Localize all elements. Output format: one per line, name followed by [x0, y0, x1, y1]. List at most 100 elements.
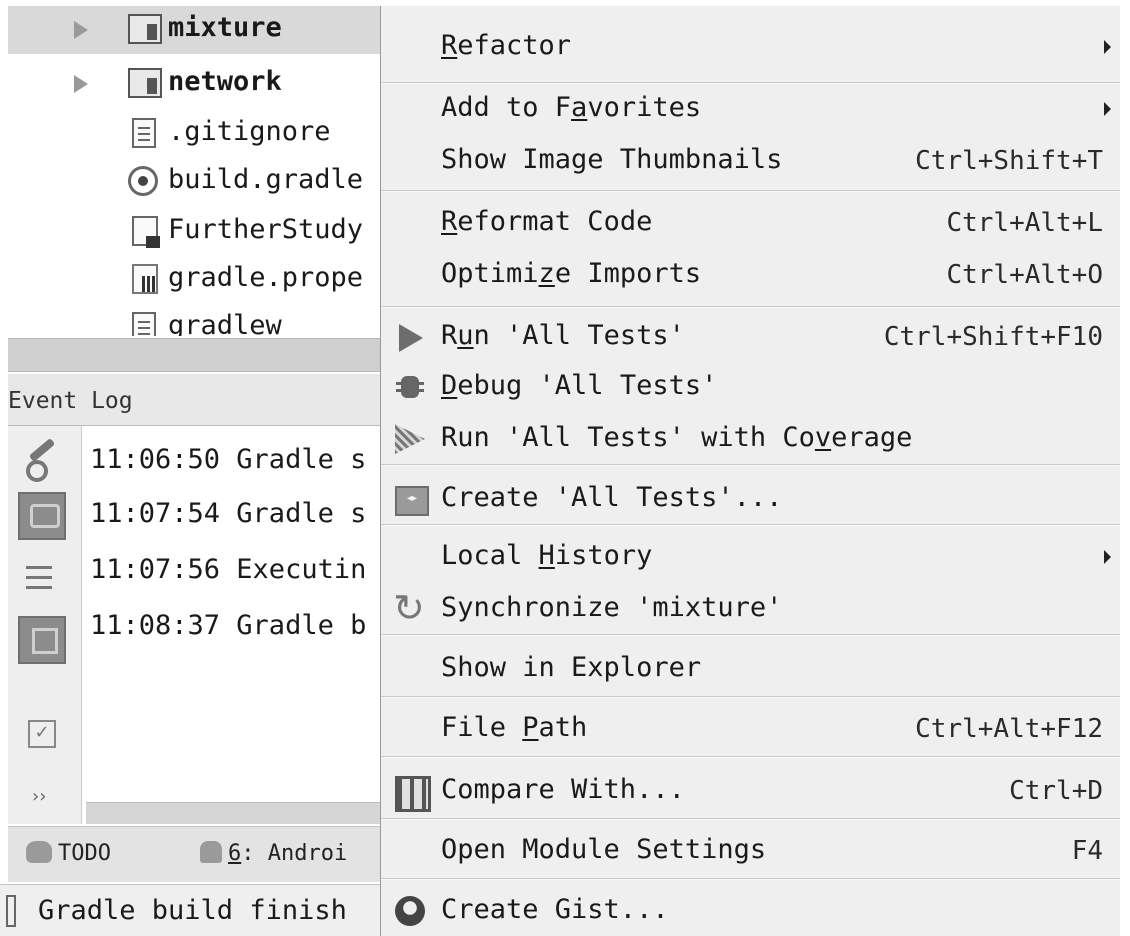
menu-item-label: Compare With...: [441, 774, 685, 805]
tree-item-label: build.gradle: [168, 164, 364, 195]
gradle-file-icon: [128, 166, 158, 196]
more-icon[interactable]: ››: [32, 786, 46, 807]
menu-item-shortcut: Ctrl+Alt+O: [946, 260, 1103, 290]
menu-item-show-in-explorer[interactable]: Show in Explorer: [381, 640, 1120, 698]
event-log-toolbar: ››: [8, 426, 82, 824]
soft-wrap-icon[interactable]: [18, 556, 66, 600]
menu-item-compare-with[interactable]: Compare With... Ctrl+D: [381, 762, 1120, 820]
module-folder-icon: [128, 14, 162, 44]
tree-item-network[interactable]: network: [8, 60, 380, 108]
debug-icon: [393, 370, 427, 404]
expand-arrow-icon[interactable]: [74, 75, 88, 93]
menu-item-label: Open Module Settings: [441, 834, 767, 865]
menu-separator: [381, 464, 1120, 466]
menu-item-show-image-thumbnails[interactable]: Show Image Thumbnails Ctrl+Shift+T: [381, 132, 1120, 190]
menu-item-shortcut: Ctrl+Shift+F10: [883, 322, 1103, 352]
status-message[interactable]: Gradle build finish: [38, 895, 347, 926]
tree-item-label: FurtherStudy: [168, 214, 364, 245]
tree-item-label: gradlew: [168, 310, 282, 336]
menu-item-label: Local History: [441, 540, 653, 571]
menu-item-label: Create Gist...: [441, 894, 669, 925]
menu-item-label: Debug 'All Tests': [441, 370, 718, 401]
log-entry[interactable]: 11:06:50 Gradle s: [90, 444, 366, 475]
export-icon[interactable]: [18, 616, 66, 664]
tree-item-label: gradle.prope: [168, 262, 364, 293]
tab-label: TODO: [58, 841, 111, 866]
menu-item-open-module-settings[interactable]: Open Module Settings F4: [381, 822, 1120, 880]
menu-item-shortcut: Ctrl+D: [1009, 776, 1103, 806]
sync-icon: [393, 586, 427, 630]
run-icon: [393, 320, 427, 354]
status-bar: Gradle build finish: [0, 884, 380, 936]
menu-item-label: Show Image Thumbnails: [441, 144, 783, 175]
menu-item-label: Run 'All Tests': [441, 320, 685, 351]
event-log-title: Event Log: [8, 388, 133, 414]
tree-item-label: network: [168, 66, 282, 97]
tree-item-gitignore[interactable]: .gitignore: [8, 110, 380, 158]
mark-all-read-icon[interactable]: [18, 716, 66, 756]
project-tree: mixture network .gitignore build.gradle …: [8, 6, 380, 336]
tree-item-gradle-properties[interactable]: gradle.prope: [8, 256, 380, 304]
tree-horizontal-scrollbar[interactable]: [8, 338, 380, 372]
log-entry[interactable]: 11:07:56 Executin: [90, 554, 366, 585]
menu-item-shortcut: Ctrl+Alt+F12: [915, 714, 1103, 744]
event-log-horizontal-scrollbar[interactable]: [86, 802, 380, 824]
menu-item-run-with-coverage[interactable]: Run 'All Tests' with Coverage: [381, 410, 1120, 468]
tree-item-gradlew[interactable]: gradlew: [8, 304, 380, 336]
event-log-header: Event Log: [8, 374, 380, 426]
module-folder-icon: [128, 68, 162, 98]
menu-separator: [381, 696, 1120, 698]
log-entry[interactable]: 11:08:37 Gradle b: [90, 610, 366, 641]
menu-separator: [381, 634, 1120, 636]
menu-item-debug-all-tests[interactable]: Debug 'All Tests': [381, 358, 1120, 416]
submenu-arrow-icon: [1104, 102, 1111, 116]
menu-item-shortcut: Ctrl+Shift+T: [915, 146, 1103, 176]
github-gist-icon: [393, 894, 427, 928]
context-menu: Refactor Add to Favorites Show Image Thu…: [380, 6, 1120, 936]
menu-item-shortcut: Ctrl+Alt+L: [946, 208, 1103, 238]
module-file-icon: [132, 216, 160, 248]
menu-separator: [381, 756, 1120, 758]
expand-arrow-icon[interactable]: [74, 21, 88, 39]
text-file-icon: [132, 312, 156, 336]
tree-item-label: .gitignore: [168, 116, 331, 147]
tab-android[interactable]: 6: Androi: [200, 841, 347, 866]
tree-item-mixture[interactable]: mixture: [8, 6, 380, 54]
balloon-toggle-icon[interactable]: [18, 492, 66, 540]
tab-mnemonic: 6: [228, 841, 242, 866]
menu-item-file-path[interactable]: File Path Ctrl+Alt+F12: [381, 700, 1120, 758]
menu-item-label: Add to Favorites: [441, 92, 702, 123]
menu-item-synchronize[interactable]: Synchronize 'mixture': [381, 580, 1120, 638]
android-icon: [200, 841, 222, 863]
settings-wrench-icon[interactable]: [18, 438, 66, 486]
menu-item-optimize-imports[interactable]: Optimize Imports Ctrl+Alt+O: [381, 246, 1120, 304]
log-entry[interactable]: 11:07:54 Gradle s: [90, 498, 366, 529]
menu-item-refactor[interactable]: Refactor: [381, 18, 1120, 76]
text-file-icon: [132, 118, 156, 148]
menu-item-local-history[interactable]: Local History: [381, 528, 1120, 586]
menu-separator: [381, 190, 1120, 192]
tree-item-build-gradle[interactable]: build.gradle: [8, 158, 380, 206]
submenu-arrow-icon: [1104, 550, 1111, 564]
menu-separator: [381, 818, 1120, 820]
menu-item-label: Run 'All Tests' with Coverage: [441, 422, 913, 453]
tool-window-tabs: TODO 6: Androi: [8, 826, 380, 882]
menu-item-create-all-tests[interactable]: Create 'All Tests'...: [381, 470, 1120, 528]
tab-label: : Androi: [241, 841, 348, 866]
tab-todo[interactable]: TODO: [26, 841, 111, 866]
tree-item-label: mixture: [168, 12, 282, 43]
tree-item-furtherstudy[interactable]: FurtherStudy: [8, 208, 380, 256]
menu-item-label: Show in Explorer: [441, 652, 702, 683]
menu-item-add-to-favorites[interactable]: Add to Favorites: [381, 80, 1120, 138]
compare-icon: [393, 774, 431, 812]
menu-separator: [381, 878, 1120, 880]
menu-separator: [381, 524, 1120, 526]
coverage-icon: [393, 422, 427, 456]
menu-item-reformat-code[interactable]: Reformat Code Ctrl+Alt+L: [381, 194, 1120, 252]
create-test-icon: [393, 482, 429, 516]
properties-file-icon: [132, 264, 158, 294]
menu-item-create-gist[interactable]: Create Gist...: [381, 882, 1120, 936]
todo-icon: [26, 841, 52, 863]
status-bar-toggle-icon[interactable]: [6, 895, 16, 927]
menu-item-label: Synchronize 'mixture': [441, 592, 783, 623]
